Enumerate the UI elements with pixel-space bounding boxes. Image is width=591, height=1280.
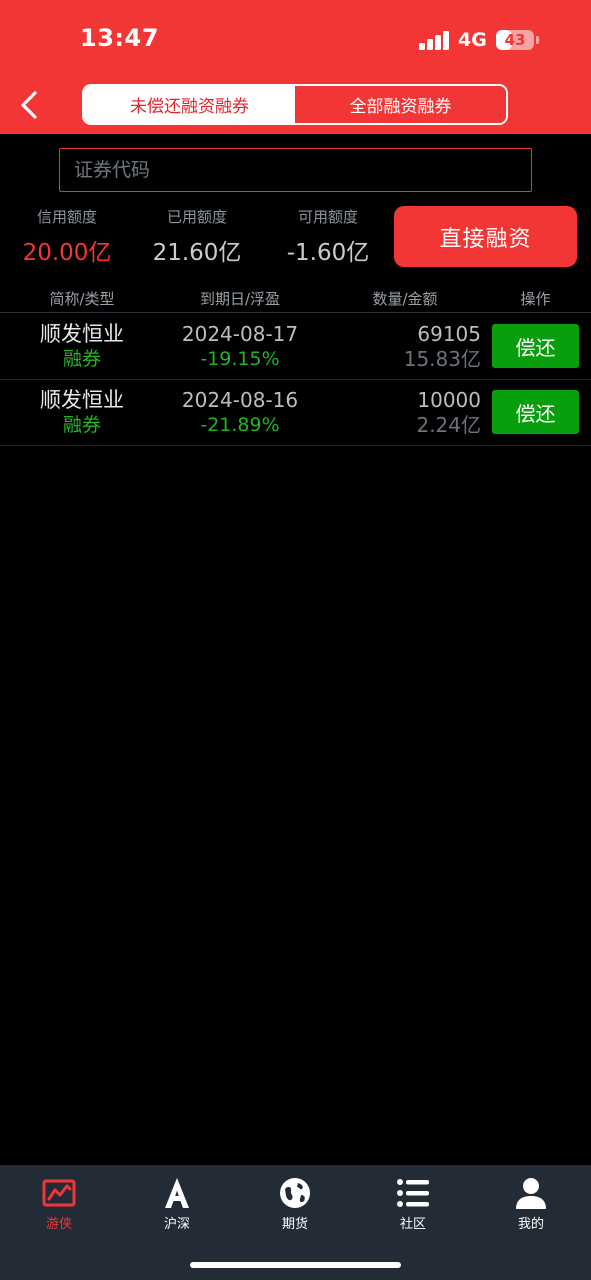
- due-date: 2024-08-17: [181, 322, 299, 346]
- tab-label: 社区: [399, 1217, 426, 1232]
- header-action: 操作: [520, 290, 551, 308]
- cell-qty-amount: 10000 2.24亿: [330, 387, 481, 437]
- table-header: 简称/类型 到期日/浮盈 数量/金额 操作: [0, 283, 591, 313]
- floating-pnl: -19.15%: [200, 348, 280, 370]
- cell-date-pnl: 2024-08-16 -21.89%: [160, 387, 320, 437]
- globe-icon: [280, 1178, 310, 1208]
- tab-futures[interactable]: 期货: [255, 1175, 335, 1232]
- security-code-input[interactable]: [74, 159, 531, 181]
- tab-mine[interactable]: 我的: [491, 1175, 571, 1232]
- tab-label: 期货: [281, 1217, 308, 1232]
- repay-button[interactable]: 偿还: [492, 390, 579, 434]
- segment-control: 未偿还融资融券 全部融资融券: [82, 84, 508, 125]
- stat-used-limit: 已用额度 21.60亿: [127, 206, 267, 267]
- quantity: 10000: [417, 388, 481, 412]
- amount: 2.24亿: [416, 413, 481, 437]
- table-row[interactable]: 顺发恒业 融券 2024-08-17 -19.15% 69105 15.83亿 …: [0, 314, 591, 380]
- position-type: 融券: [62, 414, 101, 436]
- quantity: 69105: [417, 322, 481, 346]
- cell-name-type: 顺发恒业 融券: [22, 387, 142, 437]
- floating-pnl: -21.89%: [200, 414, 280, 436]
- header: 13:47 4G 43 未偿还融资融券 全部融资融券: [0, 0, 591, 134]
- due-date: 2024-08-16: [181, 388, 299, 412]
- tab-unpaid-margin[interactable]: 未偿还融资融券: [84, 86, 295, 123]
- battery-tip: [536, 36, 539, 44]
- header-qty-amount: 数量/金额: [372, 290, 438, 308]
- tab-label: 我的: [517, 1217, 544, 1232]
- stat-value: 21.60亿: [152, 240, 242, 266]
- tab-community[interactable]: 社区: [373, 1175, 453, 1232]
- list-icon: [397, 1179, 429, 1207]
- stat-label: 可用额度: [297, 208, 358, 226]
- letter-a-icon: [165, 1178, 189, 1208]
- signal-icon: [419, 31, 451, 50]
- tab-all-margin[interactable]: 全部融资融券: [295, 86, 506, 123]
- home-indicator: [190, 1262, 401, 1268]
- chevron-left-icon: [21, 91, 37, 119]
- stat-label: 信用额度: [36, 208, 97, 226]
- back-button[interactable]: [14, 88, 44, 122]
- stat-available-limit: 可用额度 -1.60亿: [258, 206, 398, 267]
- tab-youxia[interactable]: 游侠: [19, 1175, 99, 1232]
- cell-qty-amount: 69105 15.83亿: [330, 321, 481, 371]
- position-type: 融券: [62, 348, 101, 370]
- repay-button[interactable]: 偿还: [492, 324, 579, 368]
- stat-value: -1.60亿: [286, 240, 370, 266]
- network-type: 4G: [458, 29, 487, 51]
- search-box: [59, 148, 532, 192]
- header-date-pnl: 到期日/浮盈: [199, 290, 281, 308]
- direct-financing-button[interactable]: 直接融资: [394, 206, 577, 267]
- stat-credit-limit: 信用额度 20.00亿: [0, 206, 137, 267]
- cell-date-pnl: 2024-08-17 -19.15%: [160, 321, 320, 371]
- battery-icon: 43: [496, 30, 534, 50]
- page: 13:47 4G 43 未偿还融资融券 全部融资融券 证券代码 信用额度 20.…: [0, 0, 591, 1280]
- cell-name-type: 顺发恒业 融券: [22, 321, 142, 371]
- status-time: 13:47: [80, 24, 159, 52]
- tab-hushen[interactable]: 沪深: [137, 1175, 217, 1232]
- stock-name: 顺发恒业: [40, 322, 124, 346]
- tab-label: 沪深: [163, 1217, 190, 1232]
- tab-label: 游侠: [45, 1217, 72, 1232]
- stat-value: 20.00亿: [22, 240, 112, 266]
- chart-icon: [42, 1179, 76, 1207]
- battery-level: 43: [504, 31, 526, 49]
- header-name-type: 简称/类型: [49, 290, 115, 308]
- status-bar: 13:47 4G 43: [0, 0, 591, 80]
- user-icon: [516, 1178, 546, 1209]
- table-row[interactable]: 顺发恒业 融券 2024-08-16 -21.89% 10000 2.24亿 偿…: [0, 380, 591, 446]
- stat-label: 已用额度: [166, 208, 227, 226]
- stock-name: 顺发恒业: [40, 388, 124, 412]
- amount: 15.83亿: [403, 347, 481, 371]
